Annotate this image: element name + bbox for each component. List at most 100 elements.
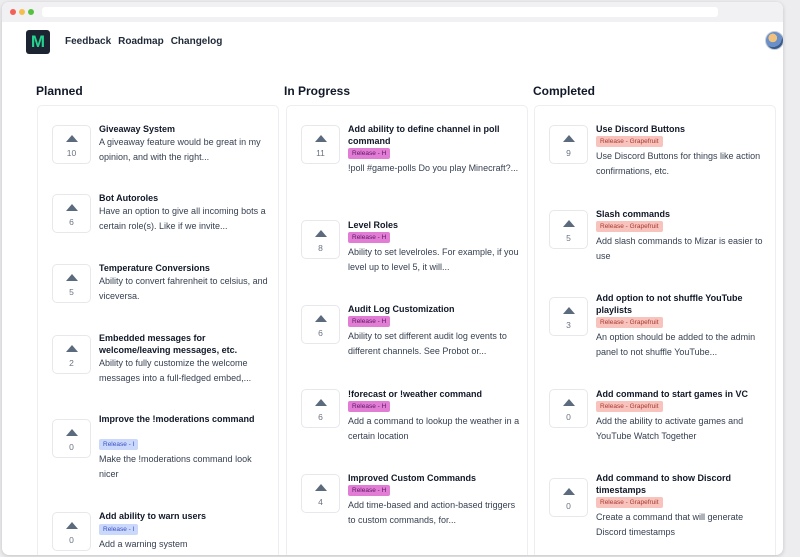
- upvote-button[interactable]: 0: [549, 389, 588, 428]
- card-title[interactable]: Use Discord Buttons: [596, 123, 768, 135]
- card-title[interactable]: Level Roles: [348, 219, 520, 231]
- column-title-in-progress: In Progress: [284, 84, 351, 98]
- card-description: Add slash commands to Mizar is easier to…: [596, 236, 763, 261]
- release-badge: Release - Grapefruit: [596, 497, 663, 508]
- logo[interactable]: M: [26, 30, 50, 54]
- card-description: Add a command to lookup the weather in a…: [348, 416, 520, 441]
- vote-count: 11: [316, 148, 325, 158]
- upvote-arrow-icon: [66, 135, 78, 142]
- card-title[interactable]: Add ability to define channel in poll co…: [348, 123, 520, 147]
- card-title[interactable]: Giveaway System: [99, 123, 271, 135]
- vote-count: 3: [566, 320, 571, 330]
- card-title[interactable]: Add command to show Discord timestamps: [596, 472, 768, 496]
- upvote-button[interactable]: 0: [52, 419, 91, 458]
- vote-count: 5: [69, 287, 74, 297]
- nav-link-feedback[interactable]: Feedback: [65, 36, 111, 47]
- upvote-button[interactable]: 8: [301, 220, 340, 259]
- column-title-completed: Completed: [533, 84, 596, 98]
- column-title-planned: Planned: [36, 84, 83, 98]
- upvote-button[interactable]: 4: [301, 474, 340, 513]
- upvote-arrow-icon: [563, 135, 575, 142]
- card-title[interactable]: Bot Autoroles: [99, 192, 271, 204]
- vote-count: 6: [318, 328, 323, 338]
- card-description: Add a warning system: [99, 539, 188, 549]
- release-badge: Release - Grapefruit: [596, 221, 663, 232]
- top-nav: M Feedback Roadmap Changelog: [2, 22, 783, 64]
- upvote-button[interactable]: 10: [52, 125, 91, 164]
- upvote-button[interactable]: 9: [549, 125, 588, 164]
- upvote-button[interactable]: 11: [301, 125, 340, 164]
- card-description: A giveaway feature would be great in my …: [99, 137, 261, 162]
- release-badge: Release - I: [99, 439, 139, 450]
- card-description: Ability to set levelroles. For example, …: [348, 247, 519, 272]
- release-badge: Release - I: [99, 524, 139, 535]
- minimize-window-dot[interactable]: [19, 9, 25, 15]
- browser-chrome: [2, 2, 783, 22]
- card-description: Ability to set different audit log event…: [348, 331, 507, 356]
- vote-count: 10: [66, 148, 77, 158]
- card-title[interactable]: Add option to not shuffle YouTube playli…: [596, 292, 768, 316]
- card-title[interactable]: Slash commands: [596, 208, 768, 220]
- address-bar[interactable]: [42, 7, 718, 17]
- release-badge: Release - H: [348, 148, 391, 159]
- release-badge: Release - H: [348, 232, 391, 243]
- upvote-arrow-icon: [563, 399, 575, 406]
- upvote-button[interactable]: 6: [301, 305, 340, 344]
- column-in-progress: 11 Add ability to define channel in poll…: [286, 105, 528, 555]
- card-description: Have an option to give all incoming bots…: [99, 206, 266, 231]
- vote-count: 4: [318, 497, 323, 507]
- card-description: An option should be added to the admin p…: [596, 332, 756, 357]
- release-badge: Release - Grapefruit: [596, 136, 663, 147]
- vote-count: 5: [566, 233, 571, 243]
- close-window-dot[interactable]: [10, 9, 16, 15]
- vote-count: 0: [69, 535, 74, 545]
- card-description: Make the !moderations command look nicer: [99, 454, 252, 479]
- card-title[interactable]: Temperature Conversions: [99, 262, 271, 274]
- nav-link-changelog[interactable]: Changelog: [171, 36, 223, 47]
- upvote-arrow-icon: [563, 488, 575, 495]
- upvote-button[interactable]: 0: [549, 478, 588, 517]
- card-description: Ability to convert fahrenheit to celsius…: [99, 276, 268, 301]
- vote-count: 6: [69, 217, 74, 227]
- card-title[interactable]: Improved Custom Commands: [348, 472, 520, 484]
- upvote-button[interactable]: 6: [52, 194, 91, 233]
- vote-count: 2: [69, 358, 74, 368]
- card-title[interactable]: !forecast or !weather command: [348, 388, 520, 400]
- upvote-arrow-icon: [563, 220, 575, 227]
- upvote-button[interactable]: 3: [549, 297, 588, 336]
- vote-count: 9: [566, 148, 571, 158]
- card-title[interactable]: Add command to start games in VC: [596, 388, 768, 400]
- nav-link-roadmap[interactable]: Roadmap: [118, 36, 164, 47]
- card-description: Add the ability to activate games and Yo…: [596, 416, 744, 441]
- upvote-arrow-icon: [315, 135, 327, 142]
- card-title[interactable]: Audit Log Customization: [348, 303, 520, 315]
- upvote-arrow-icon: [66, 522, 78, 529]
- upvote-arrow-icon: [315, 230, 327, 237]
- maximize-window-dot[interactable]: [28, 9, 34, 15]
- card-description: !poll #game-polls Do you play Minecraft?…: [348, 163, 519, 173]
- upvote-arrow-icon: [66, 204, 78, 211]
- release-badge: Release - H: [348, 401, 391, 412]
- release-badge: Release - Grapefruit: [596, 317, 663, 328]
- vote-count: 0: [566, 412, 571, 422]
- card-title[interactable]: Improve the !moderations command: [99, 413, 271, 425]
- card-description: Add time-based and action-based triggers…: [348, 500, 516, 525]
- avatar[interactable]: [765, 31, 783, 50]
- release-badge: Release - H: [348, 485, 391, 496]
- vote-count: 0: [69, 442, 74, 452]
- upvote-button[interactable]: 5: [549, 210, 588, 249]
- upvote-button[interactable]: 0: [52, 512, 91, 551]
- column-completed: 9 Use Discord Buttons Release - Grapefru…: [534, 105, 776, 555]
- upvote-button[interactable]: 6: [301, 389, 340, 428]
- release-badge: Release - H: [348, 316, 391, 327]
- upvote-button[interactable]: 2: [52, 335, 91, 374]
- upvote-button[interactable]: 5: [52, 264, 91, 303]
- upvote-arrow-icon: [563, 307, 575, 314]
- upvote-arrow-icon: [66, 429, 78, 436]
- upvote-arrow-icon: [315, 315, 327, 322]
- card-title[interactable]: Embedded messages for welcome/leaving me…: [99, 332, 271, 356]
- release-badge: Release - Grapefruit: [596, 401, 663, 412]
- card-title[interactable]: Add ability to warn users: [99, 510, 271, 522]
- browser-window: M Feedback Roadmap Changelog Planned In …: [2, 2, 783, 555]
- card-description: Ability to fully customize the welcome m…: [99, 358, 252, 383]
